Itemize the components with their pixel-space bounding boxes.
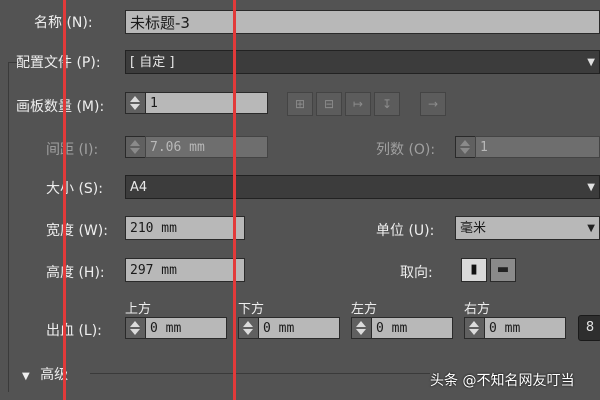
bleed-right-input[interactable]: 0 mm <box>484 317 566 339</box>
orientation-label: 取向: <box>400 265 433 281</box>
spacing-label: 间距 (I): <box>46 142 99 158</box>
columns-input: 1 <box>475 136 600 158</box>
stepper-up-icon <box>460 140 470 146</box>
landscape-icon[interactable]: ▬ <box>490 258 516 282</box>
stepper-down-icon <box>469 329 479 335</box>
advanced-divider <box>90 373 430 374</box>
height-input[interactable]: 297 mm <box>125 258 245 282</box>
chevron-down-icon: ▼ <box>587 223 595 234</box>
width-input[interactable]: 210 mm <box>125 216 245 240</box>
stepper-up-icon <box>469 321 479 327</box>
bleed-left-stepper[interactable] <box>351 317 371 339</box>
watermark: 头条 @不知名网友叮当 <box>430 373 575 389</box>
bleed-label: 出血 (L): <box>46 323 102 339</box>
units-select[interactable]: 毫米 ▼ <box>455 216 600 240</box>
spacing-input: 7.06 mm <box>145 136 268 158</box>
bleed-right-label: 右方 <box>464 302 491 317</box>
size-value: A4 <box>130 180 148 195</box>
stepper-up-icon <box>130 321 140 327</box>
stepper-up-icon <box>243 321 253 327</box>
bleed-left-label: 左方 <box>351 302 378 317</box>
stepper-down-icon <box>130 329 140 335</box>
bleed-top-input[interactable]: 0 mm <box>145 317 227 339</box>
width-label: 宽度 (W): <box>46 223 108 239</box>
columns-label: 列数 (O): <box>376 142 436 158</box>
bleed-top-label: 上方 <box>125 302 152 317</box>
artboards-label: 画板数量 (M): <box>16 99 105 115</box>
size-select[interactable]: A4 ▼ <box>125 175 600 199</box>
profile-select[interactable]: [ 自定 ] ▼ <box>125 50 600 74</box>
size-label: 大小 (S): <box>46 181 103 197</box>
profile-label: 配置文件 (P): <box>16 55 101 71</box>
stepper-down-icon <box>460 148 470 154</box>
disclosure-triangle-icon: ▼ <box>22 371 30 382</box>
bleed-top-stepper[interactable] <box>125 317 145 339</box>
arrange-by-row-icon[interactable]: ↦ <box>345 92 371 116</box>
name-input[interactable]: 未标题-3 <box>125 10 600 34</box>
artboards-stepper[interactable] <box>125 92 145 114</box>
annotation-line-left <box>63 0 66 400</box>
chain-link-icon[interactable]: 8 <box>578 315 600 341</box>
spacing-stepper <box>125 136 145 158</box>
profile-value: [ 自定 ] <box>130 55 175 70</box>
stepper-down-icon <box>356 329 366 335</box>
bleed-bottom-label: 下方 <box>238 302 265 317</box>
bleed-bottom-input[interactable]: 0 mm <box>258 317 340 339</box>
chevron-down-icon: ▼ <box>587 57 595 68</box>
advanced-toggle[interactable]: ▼ 高级 <box>22 364 68 384</box>
stepper-down-icon <box>130 148 140 154</box>
stepper-up-icon <box>130 140 140 146</box>
annotation-line-right <box>233 0 236 400</box>
stepper-down-icon <box>130 104 140 110</box>
columns-stepper <box>455 136 475 158</box>
height-label: 高度 (H): <box>46 265 105 281</box>
chevron-down-icon: ▼ <box>587 182 595 193</box>
right-to-left-icon[interactable]: → <box>420 92 446 116</box>
stepper-up-icon <box>130 96 140 102</box>
units-value: 毫米 <box>460 221 487 236</box>
group-frame-left <box>8 62 9 392</box>
stepper-down-icon <box>243 329 253 335</box>
artboards-input[interactable]: 1 <box>145 92 268 114</box>
stepper-up-icon <box>356 321 366 327</box>
portrait-icon[interactable]: ▮ <box>461 258 487 282</box>
bleed-right-stepper[interactable] <box>464 317 484 339</box>
arrange-by-column-icon[interactable]: ↧ <box>374 92 400 116</box>
bleed-left-input[interactable]: 0 mm <box>371 317 453 339</box>
grid-by-column-icon[interactable]: ⊟ <box>316 92 342 116</box>
grid-by-row-icon[interactable]: ⊞ <box>287 92 313 116</box>
bleed-bottom-stepper[interactable] <box>238 317 258 339</box>
units-label: 单位 (U): <box>376 223 435 239</box>
